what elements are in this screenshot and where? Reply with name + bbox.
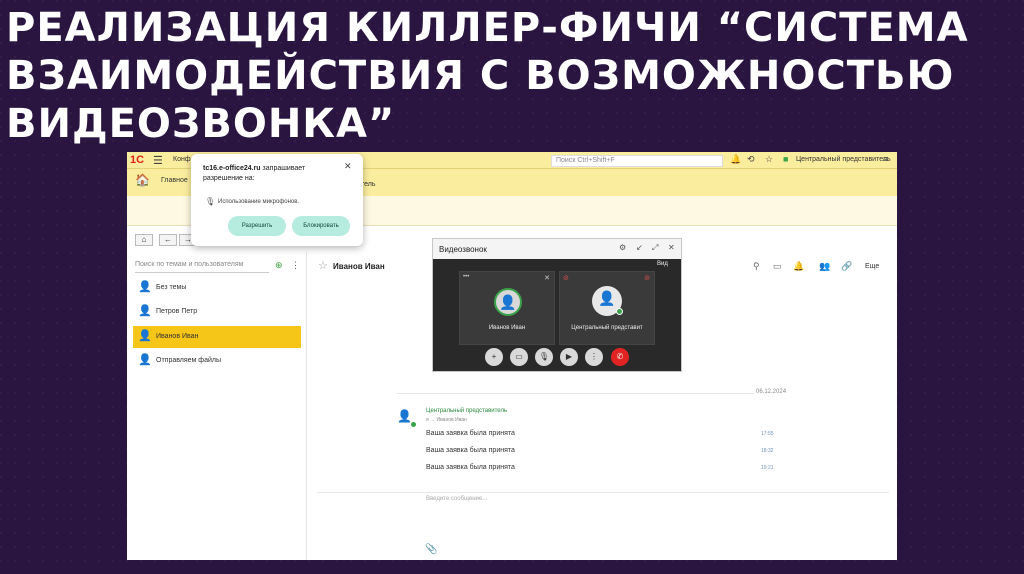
gear-icon[interactable]: ⚙ — [619, 243, 626, 252]
more-options-button[interactable]: ⋮ — [585, 348, 603, 366]
allow-button[interactable]: Разрешить — [228, 216, 286, 236]
sidebar-search-input[interactable]: Поиск по темам и пользователям — [135, 261, 269, 273]
permission-item: Использование микрофонов. — [218, 199, 300, 205]
view-menu[interactable]: Вид — [657, 261, 668, 267]
sidebar-item-label: Иванов Иван — [156, 333, 199, 340]
add-participant-button[interactable]: + — [485, 348, 503, 366]
message-text: Ваша заявка была принята — [426, 430, 515, 437]
favorite-star-icon[interactable]: ☆ — [318, 259, 328, 272]
section-label[interactable]: тель — [361, 181, 376, 188]
link-icon[interactable]: 🔗 — [841, 261, 852, 272]
star-icon[interactable]: ☆ — [765, 154, 773, 165]
participant-tile[interactable]: ⊘ ⊘ 👤 Центральный представит — [559, 271, 655, 345]
sidebar-item-no-topic[interactable]: 👤 Без темы — [133, 277, 301, 299]
compose-divider — [317, 492, 889, 493]
screen-share-button[interactable]: ▭ — [510, 348, 528, 366]
more-icon[interactable]: ⋮ — [291, 260, 300, 271]
message-time: 17:55 — [761, 431, 774, 437]
user-icon: 👤 — [138, 354, 152, 366]
user-icon: 👤 — [138, 281, 152, 293]
message-time: 19:21 — [761, 465, 774, 471]
attach-icon[interactable]: 📎 — [425, 544, 437, 555]
settings-menu-icon[interactable]: ≡ — [883, 154, 888, 164]
menu-icon[interactable]: ☰ — [153, 154, 163, 167]
back-button[interactable]: ← — [159, 234, 177, 246]
video-icon[interactable]: ■ — [783, 154, 788, 164]
sidebar-item-label: Петров Петр — [156, 308, 198, 315]
message-text: Ваша заявка была принята — [426, 464, 515, 471]
app-logo: 1С — [130, 154, 145, 166]
new-topic-icon[interactable]: ⊕ — [275, 260, 283, 271]
close-icon[interactable]: ✕ — [544, 274, 550, 282]
chat-title: Иванов Иван — [333, 262, 385, 271]
search-icon[interactable]: ⚲ — [753, 261, 760, 272]
permission-popup: tc16.e-office24.ru запрашивает разрешени… — [191, 154, 363, 246]
mic-off-icon: ⊘ — [644, 275, 650, 282]
config-label: Конф — [173, 156, 191, 163]
slide-title: РЕАЛИЗАЦИЯ КИЛЛЕР-ФИЧИ “СИСТЕМА ВЗАИМОДЕ… — [6, 5, 969, 147]
permission-site: tc16.e-office24.ru — [203, 165, 261, 172]
history-icon[interactable]: ⟲ — [747, 154, 755, 165]
user-icon: 👤 — [138, 330, 152, 342]
sidebar-item-label: Без темы — [156, 284, 187, 291]
video-call-icon[interactable]: ▭ — [773, 261, 782, 272]
home-button[interactable]: ⌂ — [135, 234, 153, 246]
sidebar-item-label: Отправляем файлы — [156, 357, 221, 364]
message-text: Ваша заявка была принята — [426, 447, 515, 454]
sidebar-item-petrov[interactable]: 👤 Петров Петр — [133, 301, 301, 323]
participants-icon[interactable]: 👥 — [819, 261, 830, 272]
signal-icon: ••• — [463, 274, 470, 280]
date-divider — [397, 393, 787, 394]
user-icon: 👤 — [397, 409, 412, 423]
end-call-button[interactable]: ✆ — [611, 348, 629, 366]
message-input[interactable]: Введите сообщение... — [426, 496, 487, 502]
sidebar-item-files[interactable]: 👤 Отправляем файлы — [133, 350, 301, 372]
home-section-icon[interactable]: 🏠 — [135, 173, 150, 187]
participant-tile[interactable]: ••• ✕ 👤 Иванов Иван — [459, 271, 555, 345]
home-section-label[interactable]: Главное — [161, 177, 188, 184]
sidebar-item-ivanov[interactable]: 👤 Иванов Иван — [133, 326, 301, 348]
participant-name: Центральный представит — [571, 325, 643, 331]
video-call-window: Видеозвонок ⚙ ↙ ⤢ ✕ Вид ••• ✕ 👤 Иванов И… — [432, 238, 682, 372]
bell-icon[interactable]: 🔔 — [793, 261, 804, 272]
message-author[interactable]: Центральный представитель — [426, 408, 507, 414]
message-route: я → Иванов Иван — [426, 417, 467, 423]
video-call-title: Видеозвонок — [439, 245, 487, 254]
sidebar-divider — [306, 252, 307, 560]
block-button[interactable]: Блокировать — [292, 216, 350, 236]
user-name: Центральный представитель — [796, 156, 891, 163]
global-search-input[interactable]: Поиск Ctrl+Shift+F — [551, 155, 723, 167]
avatar: 👤 — [494, 288, 522, 316]
camera-off-icon: ⊘ — [563, 275, 569, 282]
video-call-header: Видеозвонок ⚙ ↙ ⤢ ✕ — [433, 239, 681, 259]
bell-icon[interactable]: 🔔 — [730, 154, 741, 165]
microphone-icon: 🎙 — [205, 197, 216, 206]
app-screenshot: 1С ☰ Конф Поиск Ctrl+Shift+F 🔔 ⟲ ☆ ■ Цен… — [127, 152, 897, 560]
message-time: 18:32 — [761, 448, 774, 454]
user-icon: 👤 — [138, 305, 152, 317]
participant-name: Иванов Иван — [488, 325, 526, 331]
more-button[interactable]: Еще — [865, 263, 879, 270]
online-indicator — [616, 308, 623, 315]
camera-button[interactable]: ▶ — [560, 348, 578, 366]
permission-text: tc16.e-office24.ru запрашивает разрешени… — [203, 164, 343, 184]
microphone-button[interactable]: 🎙 — [535, 348, 553, 366]
close-icon[interactable]: ✕ — [344, 161, 352, 172]
online-indicator — [411, 422, 416, 427]
fullscreen-icon[interactable]: ⤢ — [652, 243, 658, 253]
minimize-icon[interactable]: ↙ — [636, 243, 643, 252]
close-icon[interactable]: ✕ — [668, 243, 675, 252]
video-call-body: Вид ••• ✕ 👤 Иванов Иван ⊘ ⊘ 👤 Центральны… — [433, 259, 681, 371]
date-label: 06.12.2024 — [754, 389, 789, 395]
